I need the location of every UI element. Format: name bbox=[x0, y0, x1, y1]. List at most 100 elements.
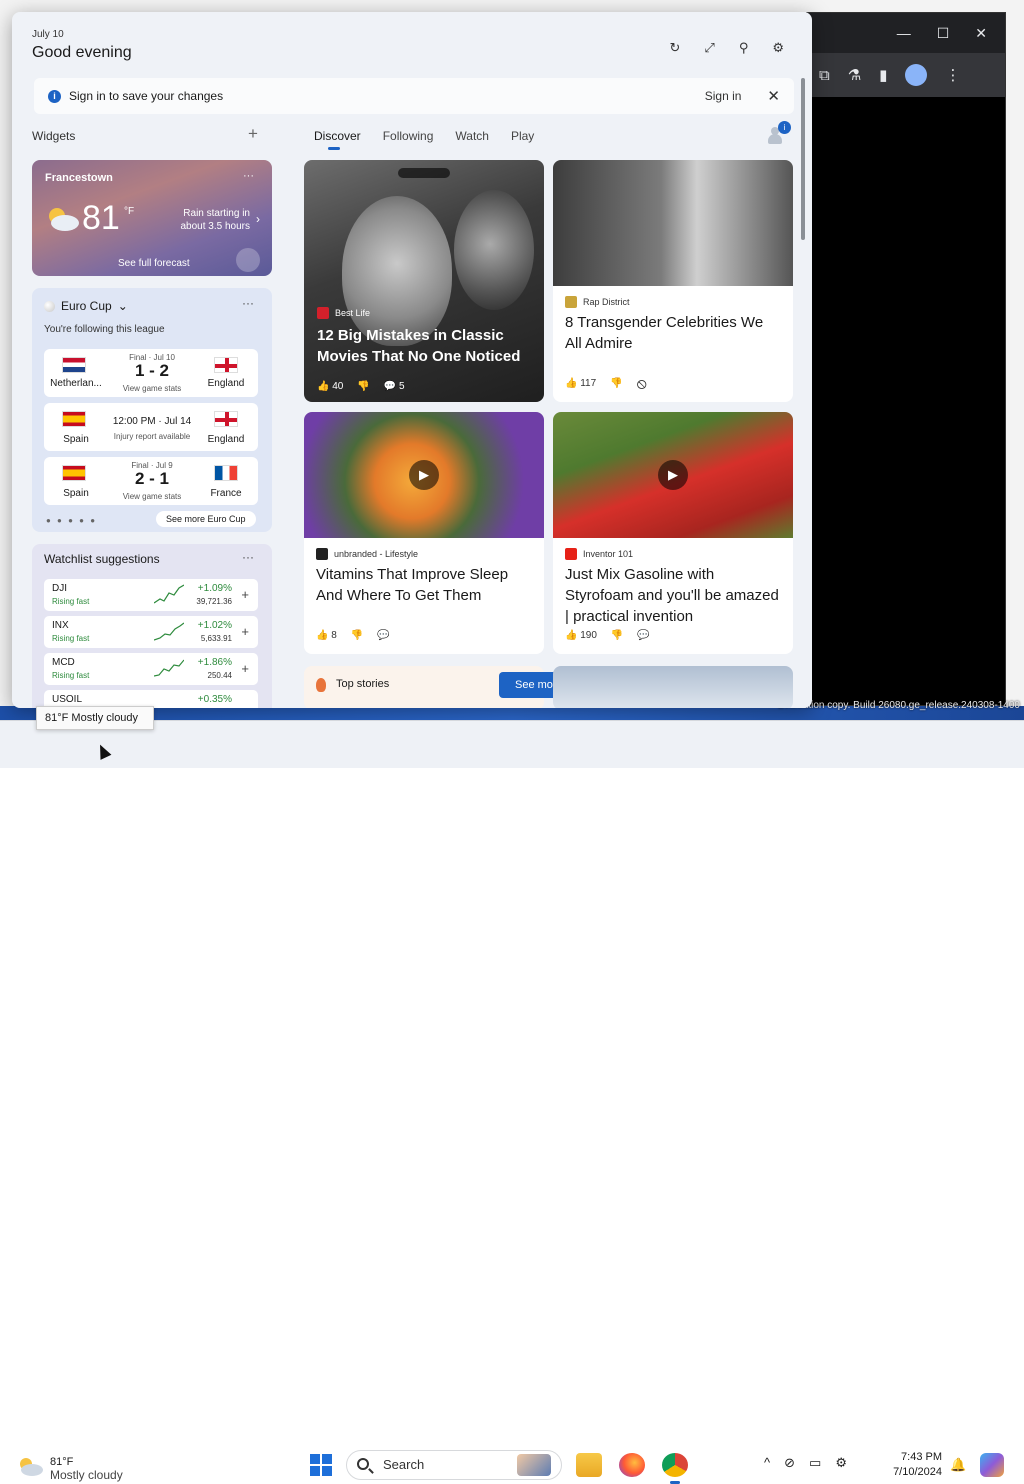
away-team: England bbox=[207, 378, 245, 389]
panel-header-actions: ↻ ⤢ ⚲ ⚙ bbox=[670, 40, 785, 56]
match-card[interactable]: Spain Final · Jul 9 2 - 1 View game stat… bbox=[44, 457, 258, 505]
watchlist-title[interactable]: Watchlist suggestions bbox=[44, 552, 160, 566]
radar-icon[interactable] bbox=[236, 248, 260, 272]
extensions-icon[interactable]: ⧉ bbox=[819, 67, 830, 84]
minimize-button[interactable]: — bbox=[897, 25, 911, 41]
card-source[interactable]: unbranded - Lifestyle bbox=[334, 549, 418, 559]
banner-text: Sign in to save your changes bbox=[69, 89, 224, 103]
chevron-down-icon[interactable]: ⌄ bbox=[118, 299, 128, 313]
card-image bbox=[454, 190, 534, 310]
pin-icon[interactable]: ⚲ bbox=[739, 40, 749, 56]
copilot-icon[interactable] bbox=[980, 1453, 1004, 1477]
profile-button[interactable]: i bbox=[764, 121, 791, 146]
close-button[interactable]: ✕ bbox=[975, 25, 987, 42]
tab-following[interactable]: Following bbox=[383, 129, 434, 143]
card-source[interactable]: Rap District bbox=[583, 297, 630, 307]
play-icon[interactable]: ▶ bbox=[658, 460, 688, 490]
tab-watch[interactable]: Watch bbox=[455, 129, 489, 143]
menu-icon[interactable]: ⋮ bbox=[945, 66, 960, 84]
dislike-icon[interactable]: 👎 bbox=[351, 630, 363, 641]
more-icon[interactable]: ··· bbox=[242, 550, 254, 564]
chevron-right-icon[interactable]: › bbox=[256, 212, 260, 226]
settings-icon[interactable]: ⚙ bbox=[835, 1455, 847, 1471]
add-stock-button[interactable]: + bbox=[241, 661, 249, 676]
news-card[interactable]: Best Life 12 Big Mistakes in Classic Mov… bbox=[304, 160, 544, 402]
forecast-link[interactable]: See full forecast bbox=[118, 258, 190, 269]
notification-badge: i bbox=[778, 121, 791, 134]
like-icon[interactable]: 👍 117 bbox=[565, 378, 596, 395]
tab-discover[interactable]: Discover bbox=[314, 129, 361, 143]
comment-count: 5 bbox=[399, 381, 405, 392]
match-card[interactable]: Netherlan... Final · Jul 10 1 - 2 View g… bbox=[44, 349, 258, 397]
like-icon[interactable]: 👍 8 bbox=[316, 630, 337, 641]
card-title[interactable]: Vitamins That Improve Sleep And Where To… bbox=[316, 564, 534, 606]
add-widget-button[interactable]: + bbox=[248, 124, 258, 144]
stock-row[interactable]: DJI Rising fast +1.09% 39,721.36 + bbox=[44, 579, 258, 611]
comment-icon[interactable]: 💬 bbox=[637, 630, 649, 641]
like-icon[interactable]: 👍 190 bbox=[565, 630, 597, 641]
news-card[interactable]: Rap District 8 Transgender Celebrities W… bbox=[553, 160, 793, 402]
card-source[interactable]: Inventor 101 bbox=[583, 549, 633, 559]
maximize-button[interactable]: ☐ bbox=[937, 25, 950, 42]
scrollbar[interactable] bbox=[801, 78, 805, 240]
banner-close-icon[interactable]: ✕ bbox=[767, 87, 780, 105]
dislike-icon[interactable]: 👎 bbox=[357, 381, 369, 392]
profile-avatar[interactable] bbox=[905, 64, 928, 86]
comment-icon[interactable]: 💬 5 bbox=[384, 381, 405, 392]
carousel-pager[interactable] bbox=[398, 168, 450, 178]
search-highlight-image[interactable] bbox=[517, 1454, 551, 1476]
card-title[interactable]: 12 Big Mistakes in Classic Movies That N… bbox=[317, 325, 537, 367]
news-card[interactable]: ▶ unbranded - Lifestyle Vitamins That Im… bbox=[304, 412, 544, 654]
signin-link[interactable]: Sign in bbox=[705, 89, 742, 103]
settings-icon[interactable]: ⚙ bbox=[772, 40, 784, 56]
chevron-up-icon[interactable]: ^ bbox=[764, 1455, 770, 1471]
news-card-preview[interactable] bbox=[553, 666, 793, 708]
card-title[interactable]: 8 Transgender Celebrities We All Admire bbox=[565, 312, 783, 354]
card-source[interactable]: Best Life bbox=[335, 308, 370, 318]
sidepanel-icon[interactable]: ▮ bbox=[879, 66, 887, 84]
weather-widget[interactable]: Francestown ··· 81 °F Rain starting in a… bbox=[32, 160, 272, 276]
add-stock-button[interactable]: + bbox=[241, 624, 249, 639]
labs-icon[interactable]: ⚗ bbox=[848, 66, 861, 84]
play-icon[interactable]: ▶ bbox=[409, 460, 439, 490]
stock-row[interactable]: INX Rising fast +1.02% 5,633.91 + bbox=[44, 616, 258, 648]
rain-alert[interactable]: Rain starting in about 3.5 hours bbox=[172, 207, 251, 233]
widgets-label: Widgets bbox=[32, 129, 76, 143]
refresh-icon[interactable]: ↻ bbox=[670, 40, 681, 56]
like-icon[interactable]: 👍 40 bbox=[317, 381, 343, 392]
taskbar-search[interactable]: Search bbox=[346, 1450, 562, 1480]
start-button[interactable] bbox=[310, 1454, 332, 1476]
display-icon[interactable]: ▭ bbox=[809, 1455, 821, 1471]
widgets-panel: July 10 Good evening ↻ ⤢ ⚲ ⚙ i Sign in t… bbox=[12, 12, 812, 708]
weather-location[interactable]: Francestown bbox=[45, 172, 113, 184]
sparkline-icon bbox=[154, 659, 184, 677]
match-detail[interactable]: Injury report available bbox=[104, 432, 200, 441]
euro-title[interactable]: Euro Cup bbox=[61, 299, 112, 313]
taskbar-weather[interactable]: 81°F Mostly cloudy bbox=[16, 1456, 123, 1482]
match-detail[interactable]: View game stats bbox=[104, 384, 200, 393]
expand-icon[interactable]: ⤢ bbox=[704, 40, 714, 56]
file-explorer-icon[interactable] bbox=[576, 1453, 602, 1477]
add-stock-button[interactable]: + bbox=[241, 587, 249, 602]
pager-dots[interactable]: ● ● ● ● ● bbox=[46, 516, 97, 525]
card-title[interactable]: Just Mix Gasoline with Styrofoam and you… bbox=[565, 564, 783, 627]
dislike-icon[interactable]: 👎 bbox=[611, 630, 623, 641]
match-card[interactable]: Spain 12:00 PM · Jul 14 Injury report av… bbox=[44, 403, 258, 451]
comment-off-icon[interactable]: 🛇 bbox=[637, 378, 647, 395]
stock-row[interactable]: MCD Rising fast +1.86% 250.44 + bbox=[44, 653, 258, 685]
news-card[interactable]: ▶ Inventor 101 Just Mix Gasoline with St… bbox=[553, 412, 793, 654]
firefox-icon[interactable] bbox=[619, 1453, 645, 1477]
more-icon[interactable]: ··· bbox=[243, 170, 254, 182]
notification-bell-icon[interactable]: 🔔 bbox=[950, 1457, 966, 1473]
stock-price: 250.44 bbox=[207, 671, 232, 680]
taskbar-clock[interactable]: 7:43 PM 7/10/2024 bbox=[884, 1450, 942, 1480]
match-detail[interactable]: View game stats bbox=[104, 492, 200, 501]
network-icon[interactable]: ⊘ bbox=[784, 1455, 795, 1471]
more-icon[interactable]: ··· bbox=[242, 296, 254, 310]
chrome-icon[interactable] bbox=[662, 1453, 688, 1484]
dislike-icon[interactable]: 👎 bbox=[610, 378, 622, 395]
comment-icon[interactable]: 💬 bbox=[377, 630, 389, 641]
tab-play[interactable]: Play bbox=[511, 129, 534, 143]
see-more-euro-button[interactable]: See more Euro Cup bbox=[156, 511, 256, 527]
england-flag-icon bbox=[214, 357, 238, 373]
